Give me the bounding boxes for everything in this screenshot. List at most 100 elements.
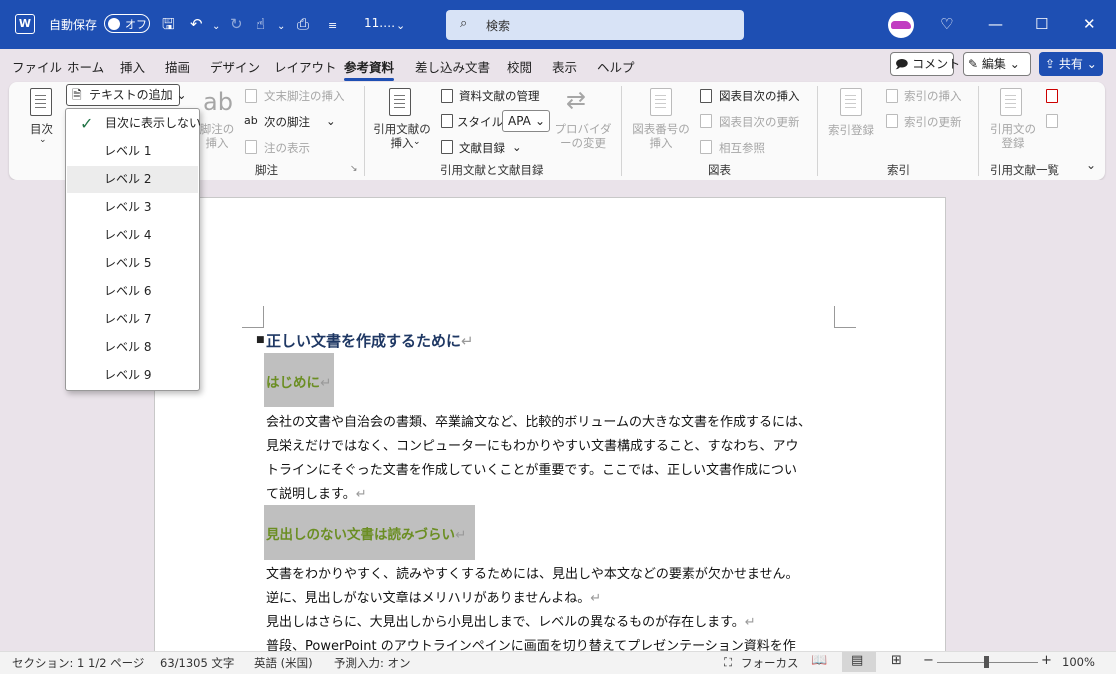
dropdown-item-level-2[interactable]: レベル 2 xyxy=(67,166,198,193)
comment-icon: 🗩 xyxy=(895,57,909,71)
citation-icon[interactable] xyxy=(389,88,411,116)
dropdown-item-level-1[interactable]: レベル 1 xyxy=(67,138,198,165)
dropdown-item-level-8[interactable]: レベル 8 xyxy=(67,334,198,361)
paragraph-line[interactable]: 文書をわかりやすく、読みやすくするためには、見出しや本文などの要素が欠かせません… xyxy=(266,563,798,582)
paragraph-line[interactable]: 会社の文書や自治会の書類、卒業論文など、比較的ボリュームの大きな文書を作成するに… xyxy=(266,411,811,430)
paragraph-line[interactable]: て説明します。↵ xyxy=(266,483,367,502)
zoom-in-button[interactable]: + xyxy=(1041,653,1052,668)
print-layout-icon[interactable]: ▤ xyxy=(851,653,863,668)
tab-references[interactable]: 参考資料 xyxy=(344,57,395,81)
tab-insert[interactable]: 挿入 xyxy=(120,57,145,76)
close-button[interactable]: ✕ xyxy=(1083,14,1096,34)
insert-endnote-button[interactable]: 文末脚注の挿入 xyxy=(264,88,345,104)
insert-footnote-button[interactable]: 脚注の挿入 xyxy=(198,122,236,150)
lightbulb-icon[interactable]: ♡ xyxy=(940,14,953,34)
cross-reference-button[interactable]: 相互参照 xyxy=(719,140,765,156)
dropdown-item-do-not-show[interactable]: ✓ 目次に表示しない xyxy=(67,110,202,137)
minimize-button[interactable]: — xyxy=(988,14,1003,34)
dropdown-item-level-7[interactable]: レベル 7 xyxy=(67,306,198,333)
maximize-button[interactable]: ☐ xyxy=(1035,14,1048,34)
update-table-of-figures-button[interactable]: 図表目次の更新 xyxy=(719,114,800,130)
zoom-slider-thumb[interactable] xyxy=(984,656,989,668)
page-indicator[interactable]: 1/2 ページ xyxy=(88,655,144,671)
autosave-toggle[interactable]: オフ xyxy=(104,14,150,33)
tab-design[interactable]: デザイン xyxy=(210,57,260,76)
tab-home[interactable]: ホーム xyxy=(67,57,104,76)
footnote-launcher-icon[interactable]: ↘ xyxy=(350,164,358,174)
undo-dropdown-icon[interactable]: ⌄ xyxy=(212,17,220,37)
tab-file[interactable]: ファイル xyxy=(12,57,62,76)
comment-button[interactable]: 🗩 コメント xyxy=(890,52,960,76)
dropdown-item-label: 目次に表示しない xyxy=(105,116,202,130)
zoom-out-button[interactable]: − xyxy=(923,653,934,668)
toc-dropdown-icon[interactable]: ⌄ xyxy=(39,135,47,145)
update-index-button[interactable]: 索引の更新 xyxy=(904,114,962,130)
paragraph-line[interactable]: 見栄えだけではなく、コンピューターにもわかりやすい文書構成すること、すなわち、ア… xyxy=(266,435,798,454)
section-indicator[interactable]: セクション: 1 xyxy=(12,655,84,671)
insert-caption-icon xyxy=(650,88,672,116)
chevron-down-icon: ⌄ xyxy=(1086,57,1097,71)
mark-entry-button[interactable]: 索引登録 xyxy=(828,122,874,138)
touch-dropdown-icon[interactable]: ⌄ xyxy=(277,17,285,37)
paragraph-line[interactable]: トラインにそぐった文書を作成していくことが重要です。ここでは、正しい文書作成につ… xyxy=(266,459,797,478)
focus-button[interactable]: フォーカス xyxy=(741,655,799,671)
tab-view[interactable]: 表示 xyxy=(552,57,577,76)
read-mode-icon[interactable]: 📖 xyxy=(811,653,827,668)
editing-button[interactable]: ✎ 編集 ⌄ xyxy=(963,52,1031,76)
document-title[interactable]: 11.… xyxy=(364,16,395,30)
style-icon xyxy=(441,114,453,128)
collapse-ribbon-icon[interactable]: ⌄ xyxy=(1086,158,1096,172)
web-layout-icon[interactable]: ⊞ xyxy=(891,653,902,668)
zoom-level[interactable]: 100% xyxy=(1062,655,1095,669)
tab-mailings[interactable]: 差し込み文書 xyxy=(415,57,490,76)
mark-citation-button[interactable]: 引用文の登録 xyxy=(988,122,1038,150)
dropdown-item-level-3[interactable]: レベル 3 xyxy=(67,194,198,221)
add-text-button[interactable]: 🗎 テキストの追加 ⌄ xyxy=(66,84,187,106)
text-prediction[interactable]: 予測入力: オン xyxy=(334,655,411,671)
dropdown-item-level-6[interactable]: レベル 6 xyxy=(67,278,198,305)
toa-group-label: 引用文献一覧 xyxy=(990,163,1059,177)
next-footnote-dropdown-icon[interactable]: ⌄ xyxy=(326,114,336,128)
manage-sources-button[interactable]: 資料文献の管理 xyxy=(459,88,540,104)
undo-icon[interactable]: ↶ xyxy=(190,14,203,34)
language-indicator[interactable]: 英語 (米国) xyxy=(254,655,313,671)
heading-2-unreadable[interactable]: 見出しのない文書は読みづらい↵ xyxy=(266,523,466,543)
chevron-down-icon: ⌄ xyxy=(1009,57,1020,71)
insert-citation-button[interactable]: 引用文献の挿入 xyxy=(372,122,432,150)
chevron-down-icon[interactable]: ⌄ xyxy=(512,140,522,154)
show-notes-button[interactable]: 注の表示 xyxy=(264,140,310,156)
tab-review[interactable]: 校閲 xyxy=(507,57,532,76)
search-box[interactable]: ⌕ 検索 xyxy=(446,10,744,40)
chevron-down-icon[interactable]: ⌄ xyxy=(413,137,421,147)
insert-caption-button[interactable]: 図表番号の挿入 xyxy=(630,122,692,150)
print-preview-icon[interactable]: ⎙ xyxy=(297,14,309,34)
insert-table-of-figures-button[interactable]: 図表目次の挿入 xyxy=(719,88,800,104)
dropdown-item-level-4[interactable]: レベル 4 xyxy=(67,222,198,249)
redo-icon: ↻ xyxy=(230,15,243,33)
bibliography-button[interactable]: 文献目録 xyxy=(459,140,505,156)
toc-icon[interactable] xyxy=(30,88,52,116)
change-provider-button[interactable]: プロバイダーの変更 xyxy=(553,122,613,150)
paragraph-line[interactable]: 逆に、見出しがない文章はメリハリがありませんよね。↵ xyxy=(266,587,601,606)
touch-mode-icon[interactable]: ☝ xyxy=(256,14,265,34)
tab-layout[interactable]: レイアウト xyxy=(274,57,337,76)
tab-help[interactable]: ヘルプ xyxy=(597,57,635,76)
dropdown-item-level-5[interactable]: レベル 5 xyxy=(67,250,198,277)
checkmark-icon: ✓ xyxy=(80,114,94,133)
tab-draw[interactable]: 描画 xyxy=(165,57,190,76)
share-button[interactable]: ⇪ 共有 ⌄ xyxy=(1039,52,1103,76)
save-icon[interactable]: 🖫 xyxy=(162,14,175,34)
style-select[interactable]: APA ⌄ xyxy=(502,110,550,132)
title-dropdown-icon[interactable]: ⌄ xyxy=(396,16,405,36)
group-separator xyxy=(978,86,979,176)
dropdown-item-level-9[interactable]: レベル 9 xyxy=(67,362,198,389)
customize-qat-icon[interactable]: ≡ xyxy=(328,16,337,36)
heading-1[interactable]: 正しい文書を作成するために↵ xyxy=(266,330,474,351)
next-footnote-button[interactable]: 次の脚注 xyxy=(264,114,310,130)
insert-toa-icon[interactable] xyxy=(1046,89,1058,103)
heading-2-intro[interactable]: はじめに↵ xyxy=(266,371,331,391)
insert-index-button[interactable]: 索引の挿入 xyxy=(904,88,962,104)
avatar[interactable] xyxy=(888,12,914,38)
word-count[interactable]: 63/1305 文字 xyxy=(160,655,234,671)
paragraph-line[interactable]: 見出しはさらに、大見出しから小見出しまで、レベルの異なるものが存在します。↵ xyxy=(266,611,756,630)
